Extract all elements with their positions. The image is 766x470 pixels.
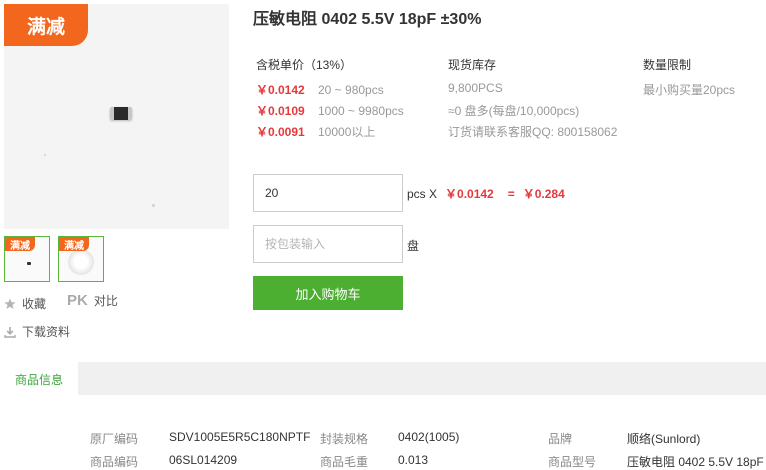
limit-header: 数量限制 [643,58,692,72]
spec-label: 商品毛重 [320,455,369,469]
spec-label: 封装规格 [320,432,369,446]
reel-quantity-input[interactable] [253,225,403,263]
stock-header: 现货库存 [448,58,497,72]
price-header: 含税单价（13%） [256,58,353,72]
spec-value: 0402(1005) [398,430,460,444]
reel-unit: 盘 [407,239,420,253]
tier-range: 1000 ~ 9980pcs [318,103,404,118]
image-speck [152,204,155,207]
varistor-chip-image [110,107,132,120]
spec-label: 原厂编码 [90,432,139,446]
favorite-button[interactable]: 收藏 [4,295,46,312]
product-title: 压敏电阻 0402 5.5V 18pF ±30% [253,11,482,28]
compare-label: 对比 [93,294,118,308]
tab-product-info[interactable]: 商品信息 [0,362,78,395]
tier-price: ￥0.0091 [256,125,305,139]
spec-label: 商品型号 [548,455,597,469]
equals-sign: = [507,186,515,201]
compare-button[interactable]: PK 对比 [67,292,118,309]
thumb-promo-badge: 满减 [59,237,89,252]
download-icon [4,326,16,338]
product-main-image: 满减 [4,4,229,229]
tier-price: ￥0.0109 [256,104,305,118]
download-docs-button[interactable]: 下载资料 [4,323,70,340]
price-calculation: pcs X ￥0.0142 = ￥0.284 [407,185,565,202]
detail-tab-bar: 商品信息 [0,362,766,395]
favorite-label: 收藏 [22,297,47,311]
qty-unit: pcs X [407,186,438,201]
spec-value: 0.013 [398,453,429,467]
spec-label: 品牌 [548,432,573,446]
image-speck [44,154,46,156]
thumb-chip [27,262,31,265]
stock-reels: ≈0 盘多(每盘/10,000pcs) [448,104,580,118]
price-tier: ￥0.0142 20 ~ 980pcs [256,81,384,98]
tier-range: 10000以上 [318,125,376,139]
promo-badge: 满减 [4,4,88,46]
spec-value: 顺络(Sunlord) [627,432,701,446]
tier-price: ￥0.0142 [256,83,305,97]
spec-value: 压敏电阻 0402 5.5V 18pF [627,455,764,469]
spec-label: 商品编码 [90,455,139,469]
add-to-cart-button[interactable]: 加入购物车 [253,276,403,310]
download-label: 下载资料 [22,325,71,339]
stock-contact: 订货请联系客服QQ: 800158062 [448,125,618,139]
calc-total: ￥0.284 [522,187,565,201]
star-icon [4,298,16,309]
thumbnail-1[interactable]: 满减 [4,236,50,282]
price-tier: ￥0.0091 10000以上 [256,123,375,140]
thumb-reel-image [68,249,94,275]
stock-quantity: 9,800PCS [448,81,503,95]
calc-unit-price: ￥0.0142 [445,187,494,201]
thumb-promo-badge: 满减 [5,237,35,252]
quantity-input[interactable] [253,174,403,212]
spec-value: 06SL014209 [169,453,238,467]
spec-value: SDV1005E5R5C180NPTF [169,430,311,444]
thumbnail-2[interactable]: 满减 [58,236,104,282]
pk-icon: PK [67,292,88,309]
tier-range: 20 ~ 980pcs [318,82,384,97]
min-order-text: 最小购买量20pcs [643,83,736,97]
price-tier: ￥0.0109 1000 ~ 9980pcs [256,102,404,119]
